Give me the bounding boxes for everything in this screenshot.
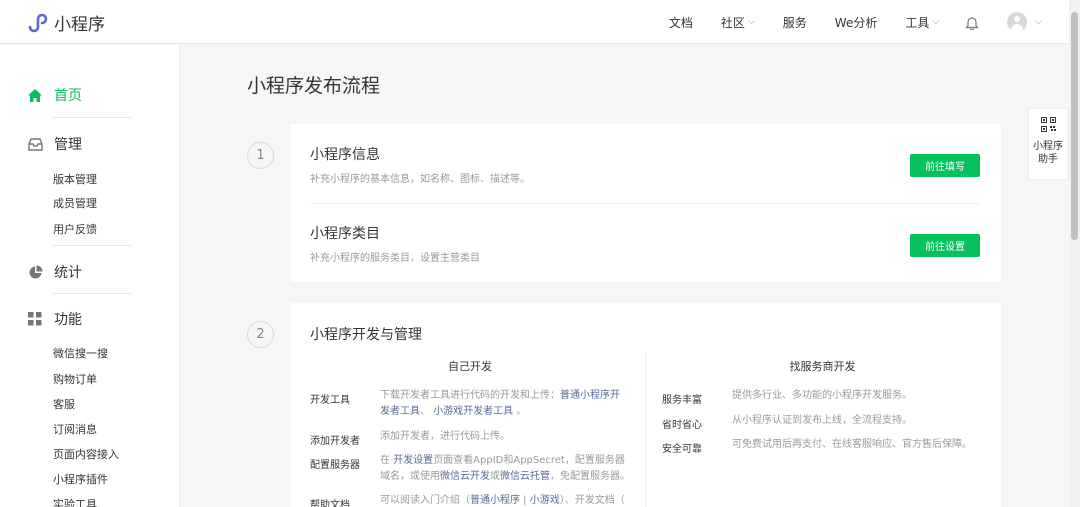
inbox-icon bbox=[27, 136, 43, 152]
info-desc: 补充小程序的基本信息，如名称、图标、描述等。 bbox=[310, 174, 530, 185]
step1-card: 小程序信息 补充小程序的基本信息，如名称、图标、描述等。 前往填写 小程序类目 … bbox=[290, 124, 1001, 282]
link-cloud-dev[interactable]: 微信云开发 bbox=[440, 471, 490, 482]
row-text: 可以阅读入门介绍（普通小程序 | 小游戏）、开发文档（ bbox=[380, 495, 625, 506]
nav-tools[interactable]: 工具 ⌵ bbox=[905, 14, 939, 31]
column-divider bbox=[645, 353, 646, 507]
pie-chart-icon bbox=[27, 264, 43, 280]
row-label: 服务丰富 bbox=[662, 395, 702, 406]
grid-icon bbox=[27, 311, 43, 327]
bell-icon[interactable] bbox=[965, 15, 980, 30]
sidebar-group-label: 统计 bbox=[54, 265, 82, 281]
divider bbox=[53, 293, 131, 294]
row-text: 添加开发者，进行代码上传。 bbox=[380, 431, 510, 442]
row-label: 配置服务器 bbox=[310, 460, 360, 471]
sidebar-item-plugins[interactable]: 小程序插件 bbox=[53, 471, 108, 487]
step2-card: 小程序开发与管理 自己开发 找服务商开发 开发工具 下载开发者工具进行代码的开发… bbox=[290, 303, 1001, 507]
row-label: 开发工具 bbox=[310, 395, 350, 406]
page-title: 小程序发布流程 bbox=[247, 75, 381, 97]
sidebar-group-label: 功能 bbox=[54, 312, 82, 328]
scrollbar-thumb[interactable] bbox=[1071, 12, 1078, 240]
row-label: 安全可靠 bbox=[662, 444, 702, 455]
nav-docs[interactable]: 文档 bbox=[669, 14, 693, 31]
chevron-down-icon[interactable]: ⌵ bbox=[1035, 17, 1042, 27]
row-text: 从小程序认证到发布上线，全流程支持。 bbox=[732, 415, 912, 426]
row-text: 提供多行业、多功能的小程序开发服务。 bbox=[732, 390, 912, 401]
miniprogram-logo-icon bbox=[28, 13, 48, 32]
sidebar-item-members[interactable]: 成员管理 bbox=[53, 195, 97, 211]
sidebar-group-label: 管理 bbox=[54, 137, 82, 153]
sidebar-group-manage[interactable]: 管理 bbox=[27, 134, 82, 154]
sidebar-group-features[interactable]: 功能 bbox=[27, 309, 82, 329]
step-number: 1 bbox=[247, 142, 274, 169]
dev-title: 小程序开发与管理 bbox=[310, 327, 422, 343]
divider bbox=[53, 245, 131, 246]
divider bbox=[310, 203, 980, 204]
link-mp-intro[interactable]: 普通小程序 bbox=[470, 495, 520, 506]
row-text: 下载开发者工具进行代码的开发和上传：普通小程序开 发者工具、 小游戏开发者工具 。 bbox=[380, 390, 620, 417]
nav-services-label: 服务 bbox=[782, 15, 807, 30]
link-cloud-hosting[interactable]: 微信云托管 bbox=[500, 471, 550, 482]
home-icon bbox=[27, 87, 43, 103]
chevron-down-icon: ⌵ bbox=[932, 17, 940, 27]
nav-community-label: 社区 bbox=[720, 15, 745, 30]
row-text: 在 开发设置页面查看AppID和AppSecret，配置服务器 域名，或使用微信云… bbox=[380, 455, 630, 482]
row-label: 帮助文档 bbox=[310, 500, 350, 507]
sidebar-group-stats[interactable]: 统计 bbox=[27, 262, 82, 282]
nav-docs-label: 文档 bbox=[668, 15, 693, 30]
sidebar-item-search[interactable]: 微信搜一搜 bbox=[53, 345, 108, 361]
link-game-devtools[interactable]: 小游戏开发者工具 bbox=[433, 406, 513, 417]
sidebar-item-version[interactable]: 版本管理 bbox=[53, 171, 97, 187]
miniprogram-assistant[interactable]: 小程序 助手 bbox=[1028, 108, 1068, 180]
nav-we-analytics[interactable]: We分析 bbox=[835, 14, 878, 31]
brand[interactable]: 小程序 bbox=[27, 10, 105, 35]
nav-community[interactable]: 社区 ⌵ bbox=[721, 14, 755, 31]
link-game-intro[interactable]: 小游戏 bbox=[530, 495, 560, 506]
set-category-button[interactable]: 前往设置 bbox=[910, 234, 980, 257]
self-dev-heading: 自己开发 bbox=[448, 360, 492, 373]
nav-services[interactable]: 服务 bbox=[783, 14, 807, 31]
top-bar: 小程序 文档 社区 ⌵ 服务 We分析 工具 ⌵ ⌵ bbox=[0, 0, 1080, 44]
divider bbox=[53, 117, 131, 118]
fill-info-button[interactable]: 前往填写 bbox=[910, 154, 980, 177]
qrcode-icon bbox=[1040, 117, 1056, 132]
link-dev-settings[interactable]: 开发设置 bbox=[393, 455, 433, 466]
top-nav: 文档 社区 ⌵ 服务 We分析 工具 ⌵ ⌵ bbox=[641, 0, 1042, 44]
sidebar-item-home[interactable]: 首页 bbox=[27, 85, 82, 105]
nav-we-analytics-label: We分析 bbox=[834, 15, 878, 30]
step-number: 2 bbox=[247, 321, 274, 348]
sidebar-item-subscriptions[interactable]: 订阅消息 bbox=[53, 421, 97, 437]
sidebar-item-experiment[interactable]: 实验工具 bbox=[53, 496, 97, 507]
chevron-down-icon: ⌵ bbox=[747, 17, 755, 27]
vendor-heading: 找服务商开发 bbox=[789, 360, 856, 373]
sidebar-item-customer-service[interactable]: 客服 bbox=[53, 396, 75, 412]
sidebar-item-feedback[interactable]: 用户反馈 bbox=[53, 221, 97, 237]
row-label: 添加开发者 bbox=[310, 436, 360, 447]
category-title: 小程序类目 bbox=[310, 226, 380, 242]
sidebar-item-page-content[interactable]: 页面内容接入 bbox=[53, 446, 119, 462]
scrollbar[interactable] bbox=[1069, 0, 1080, 507]
sidebar: 首页 管理 版本管理 成员管理 用户反馈 统计 功能 微信搜一搜 购物订单 客服… bbox=[0, 45, 180, 507]
info-title: 小程序信息 bbox=[310, 147, 380, 163]
assistant-label: 小程序 助手 bbox=[1033, 141, 1063, 165]
sidebar-item-label: 首页 bbox=[54, 88, 82, 104]
nav-tools-label: 工具 bbox=[905, 15, 930, 30]
avatar[interactable] bbox=[1007, 12, 1028, 32]
category-desc: 补充小程序的服务类目，设置主营类目 bbox=[310, 253, 480, 264]
sidebar-item-orders[interactable]: 购物订单 bbox=[53, 371, 97, 387]
row-label: 省时省心 bbox=[662, 420, 702, 431]
brand-name: 小程序 bbox=[54, 15, 105, 35]
row-text: 可免费试用后再支付、在线客服响应、官方售后保障。 bbox=[732, 439, 972, 450]
